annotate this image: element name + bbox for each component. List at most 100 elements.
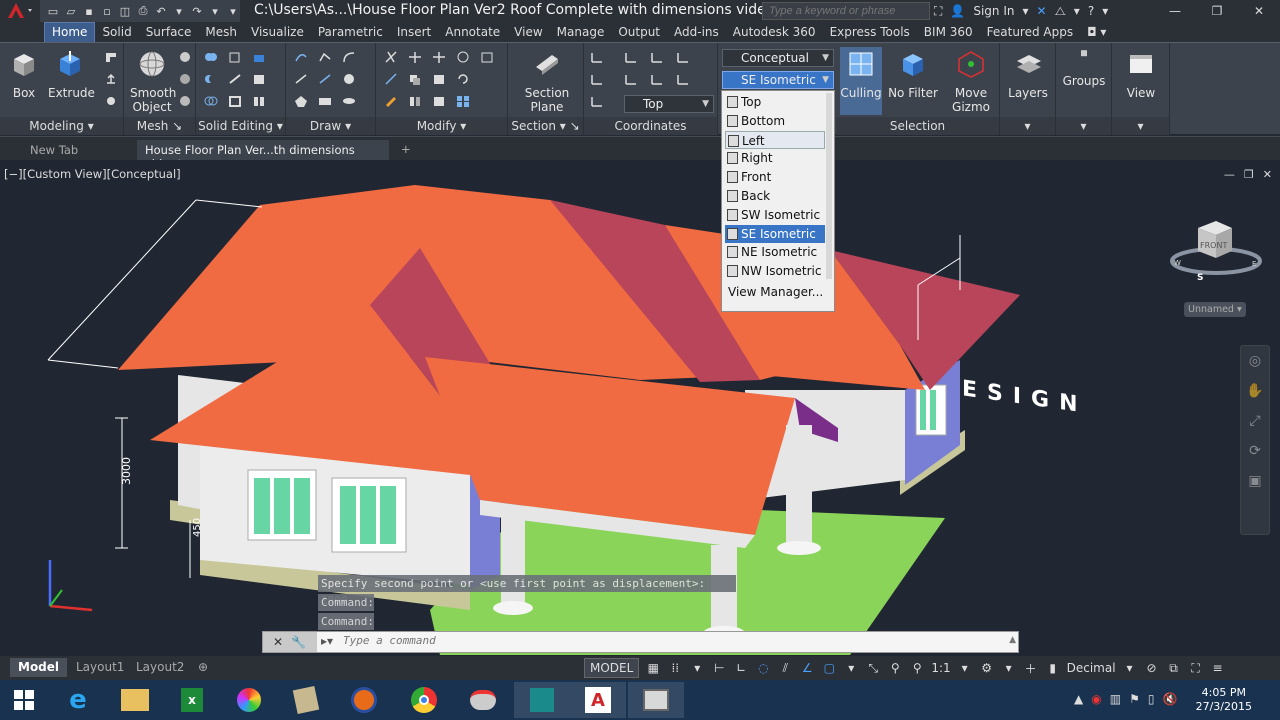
binoculars-icon[interactable]: ⛶: [934, 4, 942, 19]
a360-icon[interactable]: ⧍: [1055, 4, 1066, 19]
line-icon[interactable]: [294, 51, 308, 64]
tray-app-icon[interactable]: ◉: [1091, 692, 1101, 706]
mesh-smooth-more-icon[interactable]: [178, 73, 192, 86]
media-player-icon[interactable]: [278, 682, 334, 718]
ucs-origin-icon[interactable]: [590, 73, 604, 86]
view-preset-item-top[interactable]: Top: [725, 93, 825, 111]
culling-button[interactable]: Culling: [840, 47, 882, 115]
viewport-minimize-icon[interactable]: —: [1224, 168, 1235, 181]
showmotion-icon[interactable]: ▣: [1241, 466, 1269, 496]
polysolid-icon[interactable]: [104, 51, 118, 64]
taskbar-clock[interactable]: 4:05 PM 27/3/2015: [1196, 686, 1252, 714]
annotation-visibility-icon[interactable]: ⚲: [887, 658, 903, 678]
ribbon-tab-annotate[interactable]: Annotate: [438, 23, 507, 42]
network-icon[interactable]: ▥: [1110, 692, 1121, 706]
tray-expand-icon[interactable]: ▲: [1074, 692, 1083, 706]
shell-icon[interactable]: [228, 95, 242, 108]
modeling-more-icon[interactable]: [104, 95, 118, 108]
ribbon-tab-add-ins[interactable]: Add-ins: [667, 23, 726, 42]
ucs-3point-icon[interactable]: [650, 73, 664, 86]
view-preset-item-ne-isometric[interactable]: NE Isometric: [725, 243, 825, 261]
layers-button[interactable]: Layers: [1004, 49, 1052, 100]
infer-constraints-icon[interactable]: ⊢: [711, 658, 727, 678]
extrude-button[interactable]: Extrude: [48, 49, 95, 100]
view-preset-item-se-isometric[interactable]: SE Isometric: [725, 224, 825, 243]
copy-icon[interactable]: [408, 73, 422, 86]
intersect-icon[interactable]: [204, 95, 218, 108]
ucs-world-icon[interactable]: [624, 51, 638, 64]
fillet-edge-icon[interactable]: [252, 73, 266, 86]
chrome-icon[interactable]: [396, 682, 452, 718]
workspace-gear-icon[interactable]: ⚙: [979, 658, 995, 678]
scale-dropdown-icon[interactable]: ▾: [957, 658, 973, 678]
redo-dropdown-icon[interactable]: ▾: [208, 4, 222, 18]
screen-recorder-icon[interactable]: [628, 682, 684, 718]
viewport-restore-icon[interactable]: ❐: [1244, 168, 1254, 181]
mirror-icon[interactable]: [408, 95, 422, 108]
rotate-icon[interactable]: [456, 73, 470, 86]
ucs-named-icon[interactable]: [590, 95, 604, 108]
3d-align-icon[interactable]: [432, 73, 446, 86]
lineweight-icon[interactable]: ⤡: [865, 658, 881, 678]
polygon-icon[interactable]: [294, 95, 308, 108]
viewcube-front-face[interactable]: FRONT: [1200, 241, 1227, 250]
no-filter-button[interactable]: No Filter: [888, 49, 938, 100]
ribbon-tab-home[interactable]: Home: [44, 22, 96, 42]
close-icon[interactable]: ✕: [1238, 0, 1280, 22]
excel-icon[interactable]: x: [164, 682, 220, 718]
extrude-faces-icon[interactable]: [252, 51, 266, 64]
viewport-close-icon[interactable]: ✕: [1263, 168, 1272, 181]
customization-icon[interactable]: ≡: [1210, 658, 1226, 678]
mesh-refine-icon[interactable]: [178, 95, 192, 108]
move-gizmo-button[interactable]: Move Gizmo: [946, 49, 996, 114]
mesh-box-icon[interactable]: [178, 51, 192, 64]
view-preset-item-sw-isometric[interactable]: SW Isometric: [725, 206, 825, 224]
smooth-object-button[interactable]: Smooth Object: [130, 49, 176, 114]
units-label[interactable]: Decimal: [1067, 658, 1116, 678]
trim-icon[interactable]: [384, 51, 398, 64]
3d-mirror-icon[interactable]: [432, 95, 446, 108]
groups-panel-expand[interactable]: ▾: [1056, 117, 1111, 135]
spline-icon[interactable]: [294, 73, 308, 86]
separate-icon[interactable]: [228, 73, 242, 86]
ribbon-tab-featured-apps[interactable]: Featured Apps: [980, 23, 1080, 42]
modeling-panel-title[interactable]: Modeling ▾: [0, 117, 123, 135]
layout1-tab[interactable]: Layout1: [68, 658, 132, 677]
save-icon[interactable]: ▪: [82, 4, 96, 18]
view-manager-item[interactable]: View Manager...: [728, 285, 823, 299]
ribbon-tab-output[interactable]: Output: [611, 23, 667, 42]
snap-icon[interactable]: ⁞⁞: [667, 658, 683, 678]
object-snap-tracking-icon[interactable]: ∠: [799, 658, 815, 678]
ribbon-options-icon[interactable]: ◘ ▾: [1080, 23, 1113, 42]
lock-ui-icon[interactable]: ▮: [1045, 658, 1061, 678]
groups-button[interactable]: Groups: [1060, 49, 1108, 88]
windows-start-button[interactable]: [0, 682, 48, 718]
battery-icon[interactable]: ▯: [1148, 692, 1155, 706]
modify-panel-title[interactable]: Modify ▾: [376, 117, 507, 135]
sign-in-link[interactable]: Sign In: [973, 4, 1014, 18]
new-icon[interactable]: ▭: [46, 4, 60, 18]
keyword-search-input[interactable]: [762, 2, 930, 20]
volume-icon[interactable]: 🔇: [1162, 692, 1177, 706]
section-plane-button[interactable]: Section Plane: [522, 49, 572, 114]
close-command-line-icon[interactable]: ✕: [273, 635, 283, 649]
ucs-x-icon[interactable]: [650, 51, 664, 64]
circle-icon[interactable]: [342, 73, 356, 86]
draw-panel-title[interactable]: Draw ▾: [286, 117, 375, 135]
annotation-autoscale-icon[interactable]: ⚲: [909, 658, 925, 678]
box-button[interactable]: Box: [6, 49, 42, 100]
command-prompt-icon[interactable]: ▸▾: [321, 634, 333, 648]
view-button[interactable]: View: [1118, 49, 1164, 100]
extract-edges-icon[interactable]: [228, 51, 242, 64]
drawing-tab[interactable]: House Floor Plan Ver...th dimensions vid…: [137, 140, 389, 171]
view-preset-item-back[interactable]: Back: [725, 187, 825, 205]
annotation-scale[interactable]: 1:1: [931, 658, 950, 678]
workspace-dropdown-icon[interactable]: ▾: [1001, 658, 1017, 678]
3d-scale-icon[interactable]: [480, 51, 494, 64]
3ds-max-icon[interactable]: [514, 682, 570, 718]
extend-icon[interactable]: [384, 73, 398, 86]
ribbon-tab-visualize[interactable]: Visualize: [244, 23, 311, 42]
print-icon[interactable]: ⎙: [136, 4, 150, 18]
model-space-button[interactable]: MODEL: [584, 658, 640, 678]
3d-move-icon[interactable]: [432, 51, 446, 64]
